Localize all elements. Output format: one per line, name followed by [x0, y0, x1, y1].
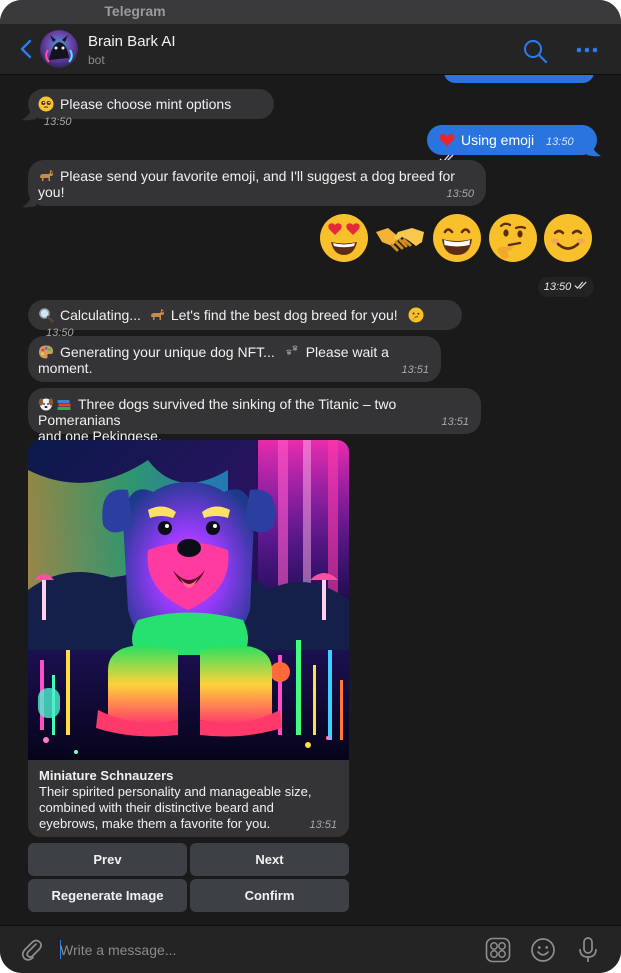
telegram-window: Telegram Brain Bark AI bot Please choose…: [0, 0, 621, 973]
message-time: 13:50: [44, 116, 72, 128]
message-text: Let's find the best dog breed for you!: [170, 307, 398, 323]
message-text: Generating your unique dog NFT...: [60, 344, 275, 360]
confirm-button[interactable]: Confirm: [190, 879, 349, 912]
message-time: 13:50: [543, 281, 572, 293]
caption-line: combined with their distinctive beard an…: [39, 800, 274, 815]
message-text: Please choose mint options: [60, 96, 232, 112]
thinking-face-emoji: [489, 214, 537, 262]
paw-prints-emoji: [286, 345, 298, 355]
avatar[interactable]: [40, 30, 78, 68]
message-text: Calculating...: [60, 307, 141, 323]
attach-icon[interactable]: [20, 938, 44, 962]
search-icon[interactable]: [522, 38, 548, 64]
photo-message[interactable]: Miniature Schnauzers Their spirited pers…: [28, 440, 349, 837]
dog-face-emoji: [38, 398, 54, 411]
generated-dog-image[interactable]: [28, 440, 349, 760]
message-time: 13:50: [546, 136, 574, 148]
heart-eyes-emoji: [320, 214, 368, 262]
message-text: Three dogs survived the sinking of the T…: [38, 396, 397, 428]
previous-outgoing-bubble: [444, 75, 594, 83]
books-emoji: [57, 400, 71, 410]
red-heart-emoji: [439, 134, 455, 147]
dog-emoji: [40, 170, 53, 181]
smiling-face-emoji: [544, 214, 592, 262]
message-time: 13:51: [309, 819, 337, 831]
chat-subtitle: bot: [88, 53, 105, 67]
message-bubble[interactable]: Three dogs survived the sinking of the T…: [28, 388, 481, 444]
message-time: 13:51: [441, 416, 469, 428]
caption-line: eyebrows, make them a favorite for you.: [39, 816, 271, 831]
bubble-tail: [22, 109, 36, 121]
message-bubble[interactable]: Please send your favorite emoji, and I'l…: [28, 160, 486, 206]
chat-title[interactable]: Brain Bark AI: [88, 33, 176, 50]
bubble-tail-outgoing: [587, 145, 601, 157]
stickers-icon[interactable]: [485, 937, 511, 963]
handshake-emoji: [376, 228, 424, 252]
emoji-icon[interactable]: [530, 937, 556, 963]
thinking-face-emoji: [408, 307, 424, 323]
grinning-face-emoji: [433, 214, 481, 262]
pleading-face-emoji: [38, 96, 54, 112]
message-bubble[interactable]: Generating your unique dog NFT... Please…: [28, 336, 441, 382]
message-bubble[interactable]: Calculating... Let's find the best dog b…: [28, 300, 462, 339]
double-check-icon: [574, 281, 587, 289]
title-bar: Telegram: [0, 0, 621, 24]
message-list[interactable]: Please choose mint options 13:50 Using e…: [0, 75, 621, 925]
emoji-time-badge: 13:50: [538, 277, 594, 297]
microphone-icon[interactable]: [577, 936, 599, 964]
message-composer: Write a message...: [0, 925, 621, 973]
message-time: 13:50: [446, 188, 474, 200]
message-text: Using emoji: [461, 132, 535, 148]
message-input[interactable]: Write a message...: [60, 942, 176, 958]
bubble-tail: [22, 196, 36, 208]
prev-button[interactable]: Prev: [28, 843, 187, 876]
message-bubble-outgoing[interactable]: Using emoji 13:50: [427, 125, 597, 163]
message-bubble[interactable]: Please choose mint options 13:50: [28, 89, 274, 128]
dog-emoji: [150, 309, 164, 320]
message-time: 13:51: [401, 364, 429, 376]
next-button[interactable]: Next: [190, 843, 349, 876]
more-dots-icon[interactable]: [576, 46, 598, 54]
chat-header: Brain Bark AI bot: [0, 24, 621, 75]
artist-palette-emoji: [39, 345, 53, 359]
app-title: Telegram: [104, 3, 166, 19]
magnifying-glass-emoji: [39, 308, 54, 323]
caption-line: Their spirited personality and manageabl…: [39, 784, 312, 799]
back-chevron-icon[interactable]: [18, 38, 34, 60]
caption-title: Miniature Schnauzers: [39, 768, 174, 783]
regenerate-image-button[interactable]: Regenerate Image: [28, 879, 187, 912]
message-text: Please send your favorite emoji, and I'l…: [38, 168, 455, 200]
